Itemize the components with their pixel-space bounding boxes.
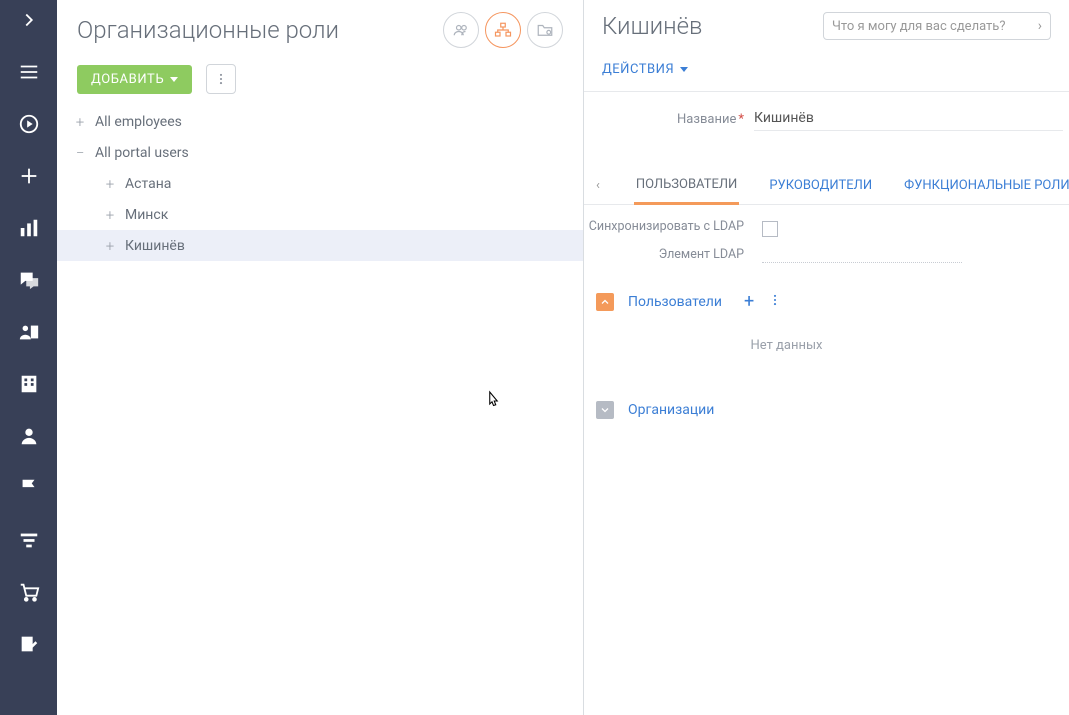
more-options-button[interactable] <box>206 64 236 94</box>
collapse-icon[interactable]: − <box>67 144 93 162</box>
nav-contacts-icon[interactable] <box>17 320 41 344</box>
expand-icon[interactable]: + <box>97 175 123 193</box>
section-users-title[interactable]: Пользователи <box>628 294 722 310</box>
tree-node-label: Кишинёв <box>123 238 185 254</box>
add-button[interactable]: ДОБАВИТЬ <box>77 65 192 94</box>
view-people-button[interactable] <box>443 12 479 48</box>
tabs: ‹ ПОЛЬЗОВАТЕЛИ РУКОВОДИТЕЛИ ФУНКЦИОНАЛЬН… <box>584 167 1069 205</box>
tree-node-label: All employees <box>93 114 182 130</box>
ldap-element-value[interactable] <box>762 247 962 263</box>
nav-funnel-icon[interactable] <box>17 528 41 552</box>
nav-building-icon[interactable] <box>17 372 41 396</box>
tab-managers[interactable]: РУКОВОДИТЕЛИ <box>767 168 874 203</box>
section-more-button[interactable] <box>768 292 782 311</box>
nav-edit-icon[interactable] <box>17 632 41 656</box>
name-field-row: Название* Кишинёв <box>584 91 1069 137</box>
nav-sidebar <box>0 0 57 715</box>
no-data-label: Нет данных <box>584 320 1069 383</box>
caret-down-icon <box>170 77 178 82</box>
page-title: Организационные роли <box>77 16 339 44</box>
caret-down-icon <box>680 67 688 72</box>
nav-cart-icon[interactable] <box>17 580 41 604</box>
ldap-sync-row: Синхронизировать с LDAP <box>584 205 1069 241</box>
tree-node[interactable]: −All portal users <box>57 137 583 168</box>
nav-flag-icon[interactable] <box>17 476 41 500</box>
expand-icon[interactable]: + <box>67 113 93 131</box>
section-expand-icon[interactable] <box>596 401 614 419</box>
nav-user-icon[interactable] <box>17 424 41 448</box>
tabs-scroll-left[interactable]: ‹ <box>590 178 606 193</box>
view-folder-button[interactable] <box>527 12 563 48</box>
tree-node-label: All portal users <box>93 145 189 161</box>
tab-users[interactable]: ПОЛЬЗОВАТЕЛИ <box>634 167 739 205</box>
expand-icon[interactable]: + <box>97 237 123 255</box>
panel-left: Организационные роли ДОБАВИТЬ +All emplo… <box>57 0 584 715</box>
ldap-element-label: Элемент LDAP <box>584 247 754 263</box>
tree-node-label: Минск <box>123 207 168 223</box>
detail-title: Кишинёв <box>602 12 702 40</box>
tree-node-selected[interactable]: +Кишинёв <box>57 230 583 261</box>
name-field-label: Название <box>677 112 736 127</box>
org-tree: +All employees −All portal users +Астана… <box>57 106 583 261</box>
ldap-sync-label: Синхронизировать с LDAP <box>584 219 754 235</box>
nav-chat-icon[interactable] <box>17 268 41 292</box>
nav-add-icon[interactable] <box>17 164 41 188</box>
section-users: Пользователи + <box>584 273 1069 320</box>
nav-run-icon[interactable] <box>17 112 41 136</box>
required-asterisk: * <box>738 112 744 127</box>
view-org-button[interactable] <box>485 12 521 48</box>
actions-dropdown[interactable]: ДЕЙСТВИЯ <box>602 62 688 77</box>
ldap-element-row: Элемент LDAP <box>584 241 1069 273</box>
search-input[interactable]: Что я могу для вас сделать? › <box>823 12 1051 40</box>
section-add-button[interactable]: + <box>744 291 754 312</box>
nav-expand-icon[interactable] <box>17 8 41 32</box>
tree-node-label: Астана <box>123 176 171 192</box>
tree-node[interactable]: +Астана <box>57 168 583 199</box>
actions-label: ДЕЙСТВИЯ <box>602 62 674 77</box>
section-collapse-icon[interactable] <box>596 293 614 311</box>
tab-functional-roles[interactable]: ФУНКЦИОНАЛЬНЫЕ РОЛИ <box>902 168 1069 203</box>
nav-menu-icon[interactable] <box>17 60 41 84</box>
chevron-right-icon: › <box>1038 18 1042 34</box>
nav-chart-icon[interactable] <box>17 216 41 240</box>
tree-node[interactable]: +All employees <box>57 106 583 137</box>
tree-node[interactable]: +Минск <box>57 199 583 230</box>
name-field-value[interactable]: Кишинёв <box>754 108 1063 131</box>
expand-icon[interactable]: + <box>97 206 123 224</box>
ldap-sync-checkbox[interactable] <box>762 221 778 237</box>
section-orgs: Организации <box>584 383 1069 427</box>
section-orgs-title[interactable]: Организации <box>628 402 714 418</box>
add-button-label: ДОБАВИТЬ <box>91 72 164 87</box>
search-placeholder: Что я могу для вас сделать? <box>832 19 1006 34</box>
panel-right: Кишинёв Что я могу для вас сделать? › ДЕЙ… <box>584 0 1069 715</box>
